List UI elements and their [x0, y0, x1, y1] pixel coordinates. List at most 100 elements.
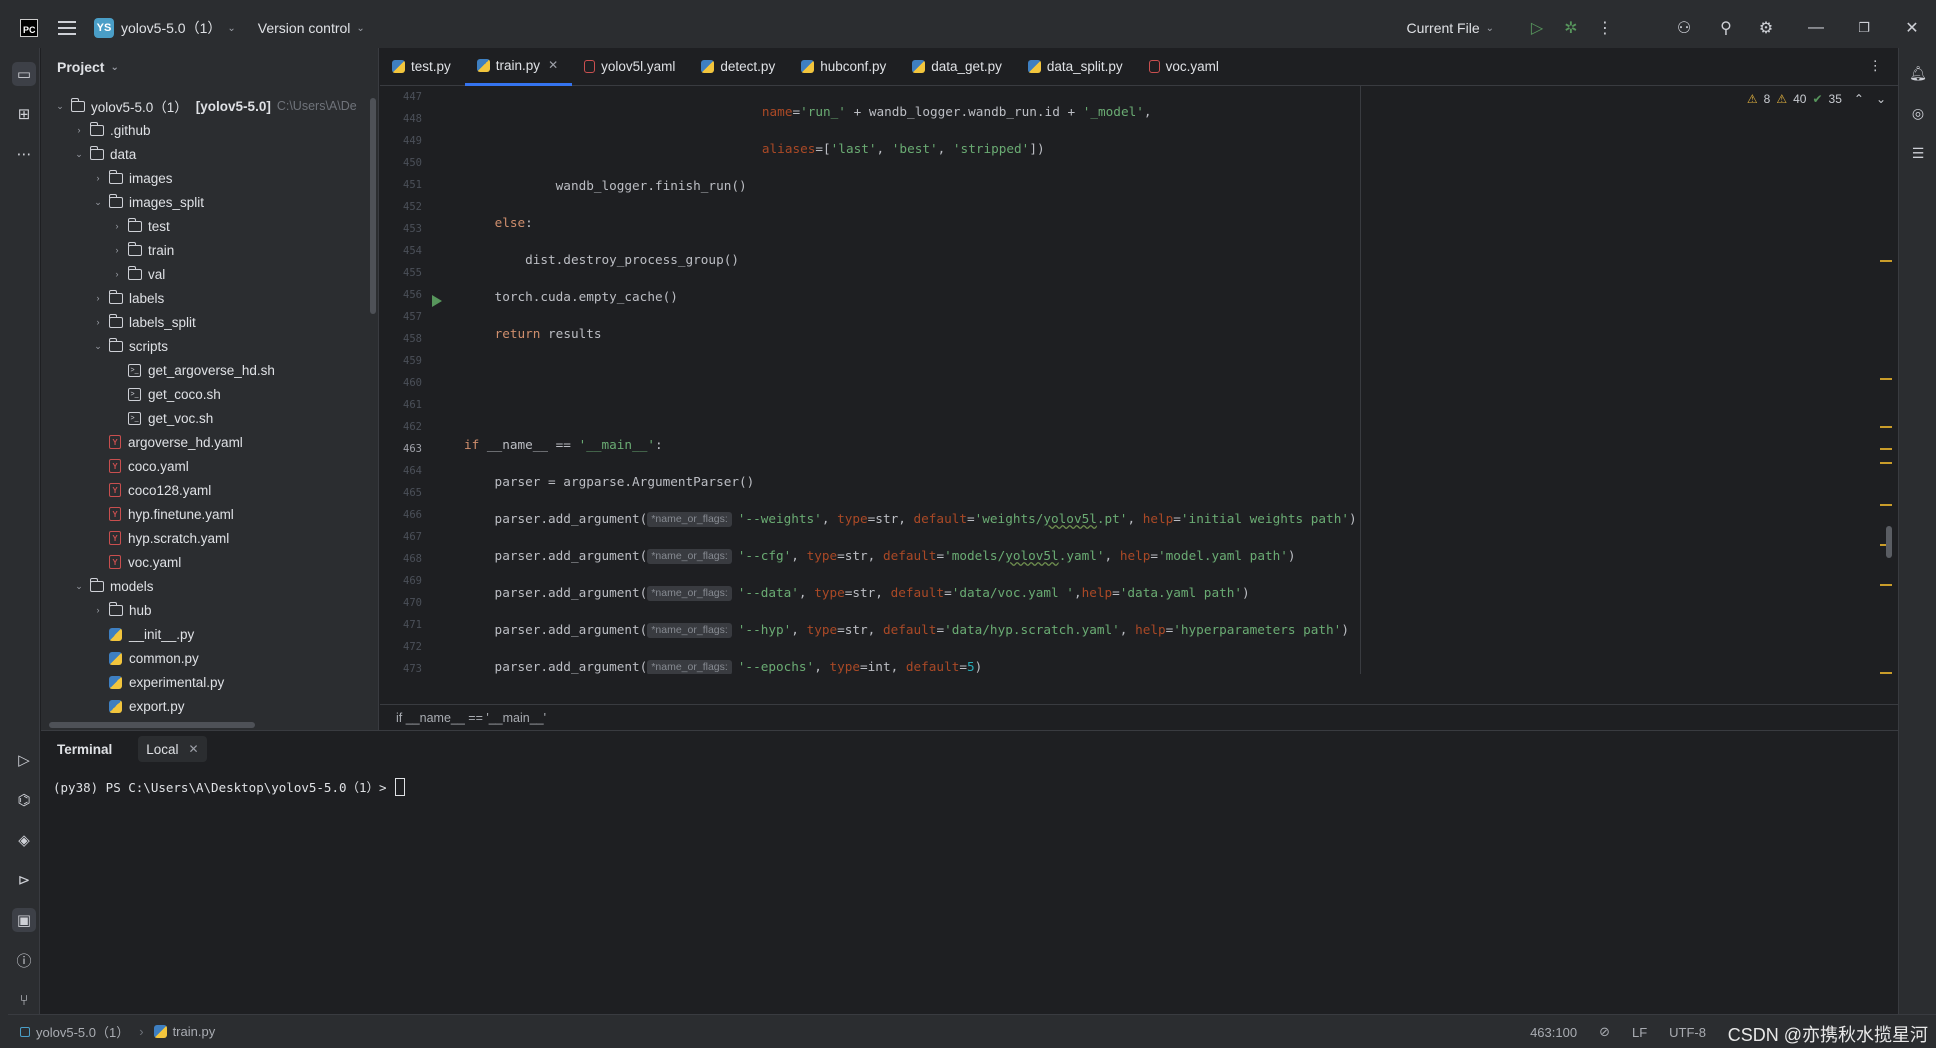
line-number[interactable]: 449	[380, 130, 462, 152]
chevron-right-icon[interactable]: ›	[72, 125, 86, 135]
line-number[interactable]: 456	[380, 284, 462, 306]
tab-data_split-py[interactable]: data_split.py	[1016, 48, 1137, 86]
chevron-right-icon[interactable]: ›	[110, 245, 124, 255]
chevron-right-icon[interactable]: ›	[110, 269, 124, 279]
breadcrumb-item[interactable]: if __name__ == '__main__'	[396, 711, 546, 725]
chevron-right-icon[interactable]: ›	[91, 317, 105, 327]
line-number[interactable]: 462	[380, 416, 462, 438]
notifications-icon[interactable]: 🔔︎	[1907, 62, 1929, 84]
line-number[interactable]: 470	[380, 592, 462, 614]
chevron-down-icon[interactable]: ⌄	[72, 581, 86, 592]
tab-data_get-py[interactable]: data_get.py	[900, 48, 1016, 86]
tree-item[interactable]: › train	[41, 238, 371, 262]
line-number[interactable]: 465	[380, 482, 462, 504]
chevron-down-icon[interactable]: ⌄	[53, 101, 67, 112]
line-number[interactable]: 461	[380, 394, 462, 416]
chevron-up-icon[interactable]: ⌃	[1854, 92, 1864, 106]
tree-item[interactable]: › val	[41, 262, 371, 286]
chevron-down-icon[interactable]: ⌄	[91, 197, 105, 208]
line-number[interactable]: 468	[380, 548, 462, 570]
terminal-session-tab[interactable]: Local ✕	[138, 736, 207, 762]
line-number[interactable]: 463	[380, 438, 462, 460]
search-icon[interactable]: ⚲	[1706, 18, 1746, 38]
run-icon[interactable]: ▷	[1520, 18, 1554, 38]
error-stripe-mark[interactable]	[1880, 584, 1892, 586]
error-stripe-mark[interactable]	[1880, 426, 1892, 428]
more-tools-icon[interactable]: ⋯	[12, 142, 36, 166]
tree-item[interactable]: › labels_split	[41, 310, 371, 334]
close-icon[interactable]: ✕	[189, 742, 199, 756]
tree-item[interactable]: experimental.py	[41, 670, 371, 694]
chevron-right-icon[interactable]: ›	[91, 173, 105, 183]
tab-voc-yaml[interactable]: voc.yaml	[1137, 48, 1233, 86]
tree-item[interactable]: › images	[41, 166, 371, 190]
git-icon[interactable]: ⑂	[12, 988, 36, 1012]
close-icon[interactable]: ✕	[548, 58, 558, 72]
chevron-down-icon[interactable]: ⌄	[91, 341, 105, 352]
tree-item[interactable]: ⌄ images_split	[41, 190, 371, 214]
tree-horizontal-scrollbar[interactable]	[49, 722, 255, 728]
inspection-widget[interactable]: ⚠ 8 ⚠ 40 ✔ 35 ⌃ ⌄	[1747, 92, 1886, 106]
line-number[interactable]: 464	[380, 460, 462, 482]
add-user-icon[interactable]: ⚇	[1662, 18, 1706, 38]
ai-assistant-icon[interactable]: ◎	[1907, 102, 1929, 124]
line-number[interactable]: 451	[380, 174, 462, 196]
error-stripe-mark[interactable]	[1880, 448, 1892, 450]
tree-item[interactable]: Yargoverse_hd.yaml	[41, 430, 371, 454]
terminal-prompt-line[interactable]: (py38) PS C:\Users\A\Desktop\yolov5-5.0（…	[53, 777, 1898, 796]
line-number[interactable]: 453	[380, 218, 462, 240]
tree-item[interactable]: › labels	[41, 286, 371, 310]
tree-item[interactable]: >_ get_voc.sh	[41, 406, 371, 430]
line-number[interactable]: 471	[380, 614, 462, 636]
line-separator[interactable]: LF	[1632, 1025, 1647, 1040]
line-number[interactable]: 459	[380, 350, 462, 372]
debug-icon[interactable]: ✲	[1554, 18, 1588, 38]
chevron-right-icon[interactable]: ›	[91, 605, 105, 615]
chevron-down-icon[interactable]: ⌄	[1876, 92, 1886, 106]
project-folder-icon[interactable]: ▭	[12, 62, 36, 86]
services-icon[interactable]: ⊳	[12, 868, 36, 892]
terminal-icon[interactable]: ▣	[12, 908, 36, 932]
minimize-icon[interactable]: —	[1792, 19, 1840, 37]
structure-icon[interactable]: ⊞	[12, 102, 36, 126]
error-stripe-mark[interactable]	[1880, 260, 1892, 262]
run-main-gutter-icon[interactable]	[432, 295, 442, 307]
tree-item[interactable]: ⌄ yolov5-5.0（1） [yolov5-5.0] C:\Users\A\De	[41, 94, 371, 118]
error-stripe-mark[interactable]	[1880, 378, 1892, 380]
line-number[interactable]: 452	[380, 196, 462, 218]
line-number[interactable]: 454	[380, 240, 462, 262]
caret-position[interactable]: 463:100	[1530, 1025, 1577, 1040]
problems-icon[interactable]: ⓘ	[12, 948, 36, 972]
tree-item[interactable]: Yvoc.yaml	[41, 550, 371, 574]
line-number[interactable]: 472	[380, 636, 462, 658]
line-number[interactable]: 458	[380, 328, 462, 350]
close-icon[interactable]: ✕	[1888, 18, 1936, 38]
file-encoding[interactable]: UTF-8	[1669, 1025, 1706, 1040]
line-number[interactable]: 473	[380, 658, 462, 674]
line-number[interactable]: 466	[380, 504, 462, 526]
more-actions-icon[interactable]: ⋮	[1588, 18, 1622, 38]
line-number[interactable]: 455	[380, 262, 462, 284]
python-packages-icon[interactable]: ◈	[12, 828, 36, 852]
tab-test-py[interactable]: test.py	[380, 48, 465, 86]
line-number[interactable]: 469	[380, 570, 462, 592]
main-menu-icon[interactable]	[58, 21, 76, 35]
settings-gear-icon[interactable]: ⚙	[1746, 18, 1786, 38]
tree-item[interactable]: common.py	[41, 646, 371, 670]
tree-item[interactable]: >_ get_argoverse_hd.sh	[41, 358, 371, 382]
chevron-right-icon[interactable]: ›	[91, 293, 105, 303]
maximize-icon[interactable]: ❐	[1840, 20, 1888, 36]
terminal-title[interactable]: Terminal	[57, 742, 112, 757]
project-switcher[interactable]: YS yolov5-5.0（1） ⌄	[94, 18, 236, 38]
chevron-right-icon[interactable]: ›	[110, 221, 124, 231]
line-number[interactable]: 460	[380, 372, 462, 394]
tabs-more-icon[interactable]: ⋮	[1869, 58, 1883, 74]
error-stripe-mark[interactable]	[1880, 504, 1892, 506]
version-control-menu[interactable]: Version control ⌄	[258, 20, 365, 36]
tree-item[interactable]: › .github	[41, 118, 371, 142]
status-project[interactable]: yolov5-5.0（1）	[36, 1022, 129, 1041]
chevron-down-icon[interactable]: ⌄	[72, 149, 86, 160]
line-number[interactable]: 447	[380, 86, 462, 108]
error-stripe-mark[interactable]	[1880, 462, 1892, 464]
tab-yolov5l-yaml[interactable]: yolov5l.yaml	[572, 48, 689, 86]
